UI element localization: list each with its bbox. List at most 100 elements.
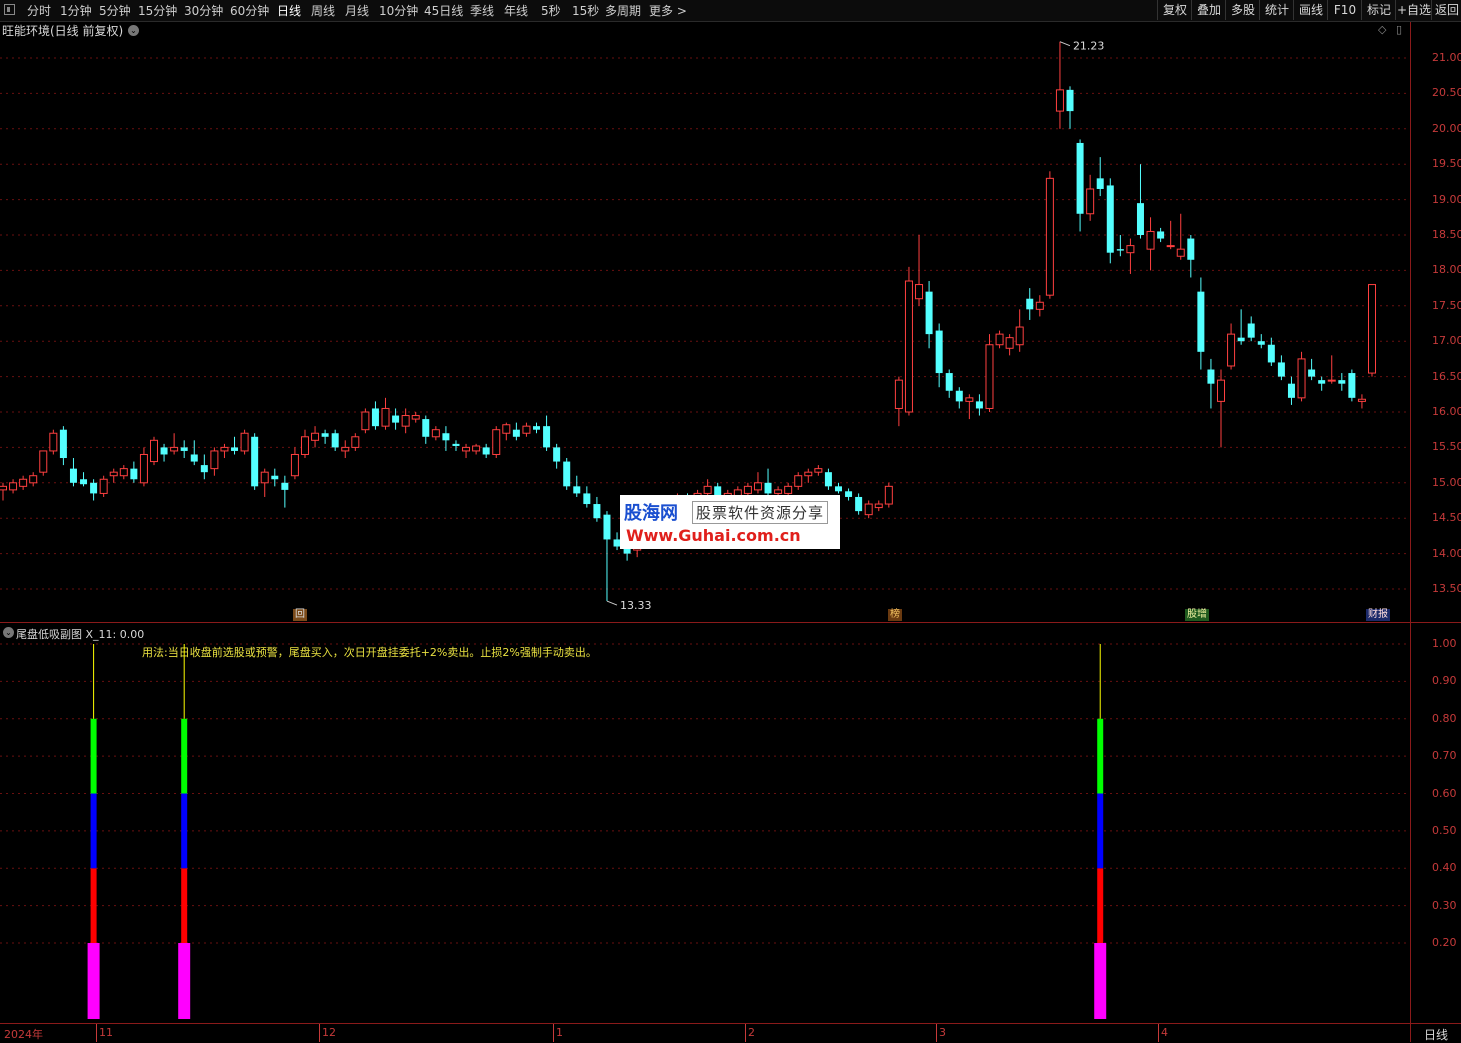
marker-guzeng[interactable]: 股增 — [1185, 609, 1209, 621]
tab-period-8[interactable]: 月线 — [345, 2, 369, 19]
watermark-brand: 股海网 — [624, 503, 678, 524]
candle — [149, 436, 158, 466]
date-label: 2 — [748, 1026, 755, 1039]
candle — [251, 433, 259, 490]
candle — [1015, 309, 1024, 352]
candle — [965, 394, 974, 420]
price-tick-label: 16.00 — [1432, 405, 1461, 418]
candle — [290, 447, 299, 480]
candle — [874, 500, 883, 512]
candle — [1096, 157, 1104, 197]
candle — [985, 334, 994, 412]
candle — [351, 433, 360, 451]
toolbar-button-5[interactable]: F10 — [1327, 0, 1362, 20]
tab-period-1[interactable]: 1分钟 — [60, 2, 92, 19]
candle — [1327, 355, 1336, 384]
date-tick — [553, 1024, 554, 1042]
date-tick — [936, 1024, 937, 1042]
candle — [482, 443, 490, 459]
candle — [864, 500, 873, 519]
signal-subchart[interactable] — [0, 624, 1410, 1022]
candle — [130, 461, 138, 483]
tab-period-9[interactable]: 10分钟 — [379, 2, 418, 19]
tab-period-15[interactable]: 多周期 — [605, 2, 641, 19]
candle — [894, 376, 903, 427]
toolbar-button-6[interactable]: 标记 — [1361, 0, 1396, 20]
toolbar-button-3[interactable]: 统计 — [1259, 0, 1294, 20]
candle — [573, 475, 581, 497]
indicator-tick-label: 0.50 — [1432, 823, 1457, 837]
candle — [1116, 235, 1124, 257]
marker-hui[interactable]: 回 — [293, 609, 307, 621]
tab-period-12[interactable]: 年线 — [504, 2, 528, 19]
candle — [975, 394, 983, 416]
candle — [381, 397, 390, 430]
price-tick-label: 19.50 — [1432, 157, 1461, 171]
candle — [603, 511, 611, 602]
signal-bar — [178, 644, 191, 1019]
pane-divider[interactable] — [0, 622, 1461, 623]
toolbar-button-1[interactable]: 叠加 — [1191, 0, 1226, 20]
candle — [80, 472, 88, 487]
candle — [855, 493, 863, 515]
window-icon[interactable] — [4, 4, 15, 15]
tab-period-7[interactable]: 周线 — [311, 2, 335, 19]
tab-period-6[interactable]: 日线 — [277, 2, 301, 19]
toolbar-button-4[interactable]: 画线 — [1293, 0, 1328, 20]
tab-period-13[interactable]: 5秒 — [541, 2, 561, 19]
candle — [281, 475, 289, 508]
indicator-tick-label: 0.60 — [1432, 786, 1457, 800]
candle — [1166, 220, 1175, 250]
price-tick-label: 13.50 — [1432, 582, 1461, 595]
indicator-tick-label: 0.70 — [1432, 749, 1457, 763]
tab-period-14[interactable]: 15秒 — [572, 2, 599, 19]
candle — [1126, 238, 1135, 274]
tab-period-0[interactable]: 分时 — [27, 2, 51, 19]
price-tick-label: 14.50 — [1432, 511, 1461, 525]
toolbar-button-2[interactable]: 多股 — [1225, 0, 1260, 20]
tab-period-2[interactable]: 5分钟 — [99, 2, 131, 19]
candle — [0, 482, 7, 501]
tab-period-10[interactable]: 45日线 — [424, 2, 463, 19]
candle — [1318, 376, 1326, 391]
price-tick-label: 17.50 — [1432, 298, 1461, 312]
marker-bang[interactable]: 榜 — [888, 609, 902, 621]
candle — [492, 426, 501, 459]
price-tick-label: 20.00 — [1432, 121, 1461, 135]
candle — [834, 482, 842, 494]
tab-period-16[interactable]: 更多 > — [649, 2, 687, 19]
candle — [170, 433, 179, 455]
date-label: 1 — [556, 1026, 563, 1039]
candle — [1187, 235, 1195, 278]
candle — [1026, 288, 1034, 320]
candle — [583, 486, 591, 508]
price-tick-label: 18.50 — [1432, 228, 1461, 241]
candle — [945, 369, 953, 398]
toolbar-button-0[interactable]: 复权 — [1157, 0, 1192, 20]
candle — [543, 415, 551, 451]
candle — [59, 426, 67, 466]
date-label: 3 — [939, 1026, 946, 1039]
toolbar-button-7[interactable]: +自选 — [1395, 0, 1432, 20]
candle — [19, 475, 28, 490]
candle — [1357, 394, 1366, 409]
tab-period-5[interactable]: 60分钟 — [230, 2, 269, 19]
date-tick — [96, 1024, 97, 1042]
candle — [371, 401, 379, 430]
candle — [804, 468, 813, 483]
marker-caibao[interactable]: 财报 — [1366, 609, 1390, 621]
tab-period-11[interactable]: 季线 — [470, 2, 494, 19]
tab-period-4[interactable]: 30分钟 — [184, 2, 223, 19]
candle — [260, 468, 269, 497]
candle — [109, 468, 118, 483]
candle — [180, 440, 188, 459]
toolbar-button-8[interactable]: 返回 — [1431, 0, 1461, 20]
candle — [1106, 178, 1114, 264]
candle — [220, 443, 229, 459]
price-tick-label: 20.50 — [1432, 86, 1461, 100]
candle — [392, 408, 400, 430]
candle — [442, 426, 450, 451]
date-label: 4 — [1161, 1026, 1168, 1039]
date-axis-divider — [0, 1023, 1461, 1024]
tab-period-3[interactable]: 15分钟 — [138, 2, 177, 19]
